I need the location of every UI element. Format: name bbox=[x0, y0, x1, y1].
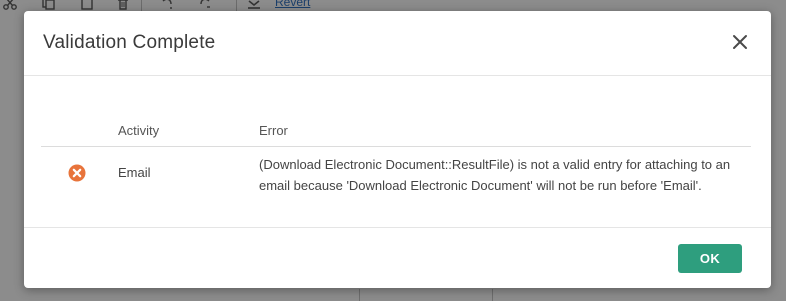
redo-icon[interactable] bbox=[198, 0, 212, 10]
undo-icon[interactable] bbox=[160, 0, 174, 10]
column-header-activity: Activity bbox=[118, 123, 160, 138]
dialog-header: Validation Complete bbox=[24, 11, 771, 76]
ok-button[interactable]: OK bbox=[678, 244, 742, 273]
background-divider bbox=[492, 289, 493, 301]
background-divider bbox=[359, 289, 360, 301]
copy-icon[interactable] bbox=[42, 0, 56, 10]
table-row: Email (Download Electronic Document::Res… bbox=[41, 147, 751, 203]
delete-icon[interactable] bbox=[116, 0, 130, 10]
close-icon[interactable] bbox=[731, 33, 749, 51]
error-icon bbox=[68, 164, 86, 182]
dialog-title: Validation Complete bbox=[43, 32, 216, 53]
table-header: Activity Error bbox=[41, 119, 751, 147]
scissors-icon[interactable] bbox=[3, 0, 17, 10]
column-header-error: Error bbox=[259, 123, 288, 138]
activity-cell: Email bbox=[118, 165, 151, 180]
dialog-footer: OK bbox=[24, 227, 771, 289]
validation-results-table: Activity Error Email (Download Electroni… bbox=[41, 119, 751, 203]
download-icon[interactable] bbox=[247, 0, 261, 10]
validation-dialog: Validation Complete Activity Error Email… bbox=[24, 11, 771, 288]
error-message-cell: (Download Electronic Document::ResultFil… bbox=[259, 157, 731, 193]
revert-link[interactable]: Revert bbox=[275, 0, 310, 9]
paste-icon[interactable] bbox=[80, 0, 94, 10]
